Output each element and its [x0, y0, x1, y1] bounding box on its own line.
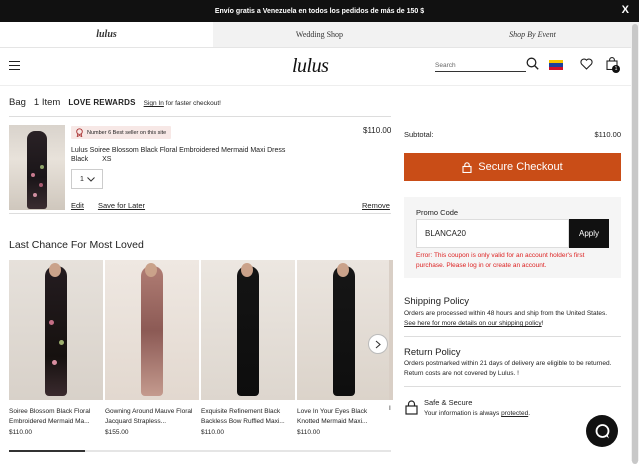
flag-stripe-red [549, 66, 563, 70]
signin-suffix: for faster checkout! [165, 100, 221, 107]
bag-count-badge: 1 [612, 65, 620, 73]
carousel-product-price: $155.00 [105, 429, 129, 436]
carousel-partial-product[interactable] [389, 260, 393, 400]
quantity-value: 1 [80, 175, 84, 183]
partial-product-prefix: I [389, 405, 391, 412]
shipping-policy-title: Shipping Policy [404, 296, 469, 307]
policy-divider [404, 336, 621, 337]
shipping-policy-link[interactable]: See here for more details on our shippin… [404, 320, 542, 327]
bag-item-actions: Edit Save for Later [71, 201, 145, 210]
carousel-product-image[interactable] [297, 260, 391, 400]
save-for-later-link[interactable]: Save for Later [98, 201, 145, 210]
carousel-product-name[interactable]: Exquisite Refinement Black Backless Bow … [201, 407, 295, 426]
bestseller-badge: Number 6 Best seller on this site [71, 126, 172, 139]
chat-icon [595, 423, 609, 438]
bag-summary-bar: Bag 1 Item LOVE REWARDS Sign In for fast… [9, 97, 221, 108]
signin-link[interactable]: Sign In [144, 100, 164, 107]
lock-icon [405, 400, 418, 415]
live-chat-button[interactable] [586, 415, 618, 447]
shipping-policy-text: Orders are processed within 48 hours and… [404, 309, 619, 329]
carousel-product-image[interactable] [9, 260, 103, 400]
promo-code-label: Promo Code [416, 208, 459, 217]
brand-tabs: lulus Wedding Shop Shop By Event [0, 22, 639, 48]
carousel-product-name[interactable]: Gowning Around Mauve Floral Jacquard Str… [105, 407, 199, 426]
tab-wedding-shop[interactable]: Wedding Shop [213, 22, 426, 47]
return-divider [404, 386, 621, 387]
carousel-title: Last Chance For Most Loved [9, 239, 144, 251]
carousel-product-name[interactable]: Soiree Blossom Black Floral Embroidered … [9, 407, 103, 426]
lock-icon [462, 161, 472, 173]
carousel-product[interactable]: Soiree Blossom Black Floral Embroidered … [9, 260, 103, 436]
secure-suffix: . [528, 410, 531, 417]
carousel-product-image[interactable] [201, 260, 295, 400]
heart-icon[interactable] [580, 58, 593, 70]
page-scrollbar[interactable] [631, 22, 639, 464]
signin-prompt: Sign In for faster checkout! [144, 100, 221, 107]
carousel-product-price: $110.00 [297, 429, 321, 436]
bag-item-color: Black [71, 156, 89, 163]
site-header: lulus Search 1 [0, 48, 639, 86]
love-rewards-logo: LOVE REWARDS [68, 98, 136, 107]
protected-link[interactable]: protected [501, 410, 528, 417]
tab-shop-by-event[interactable]: Shop By Event [426, 22, 639, 47]
quantity-select[interactable]: 1 [71, 169, 103, 189]
shipping-policy-body: Orders are processed within 48 hours and… [404, 310, 608, 317]
subtotal-label: Subtotal: [404, 130, 434, 139]
promo-banner-text: Envío gratis a Venezuela en todos los pe… [214, 7, 425, 15]
return-policy-title: Return Policy [404, 347, 461, 358]
bestseller-text: Number 6 Best seller on this site [87, 129, 167, 136]
apply-promo-button[interactable]: Apply [569, 219, 609, 248]
promo-code-input[interactable]: BLANCA20 [416, 219, 569, 248]
bag-item-variant: Black XS [71, 156, 111, 163]
subtotal-row: Subtotal: $110.00 [404, 130, 621, 139]
close-banner-button[interactable]: X [622, 4, 629, 16]
chevron-down-icon [87, 176, 95, 182]
award-icon [76, 128, 83, 137]
item-divider [9, 213, 391, 214]
promo-banner: Envío gratis a Venezuela en todos los pe… [0, 0, 639, 22]
bag-item-name[interactable]: Lulus Soiree Blossom Black Floral Embroi… [71, 147, 285, 154]
shipping-link-suffix: ! [541, 320, 544, 327]
tab-lulus[interactable]: lulus [0, 22, 213, 47]
chevron-right-icon [375, 340, 381, 348]
safe-secure-body: Your information is always [424, 410, 500, 417]
bag-item-image[interactable] [9, 125, 65, 210]
subtotal-value: $110.00 [594, 130, 621, 139]
country-flag-icon[interactable] [549, 60, 563, 70]
carousel-product-price: $110.00 [9, 429, 33, 436]
search-icon[interactable] [526, 57, 539, 70]
bag-item-price: $110.00 [363, 126, 392, 135]
promo-error-message: Error: This coupon is only valid for an … [416, 252, 585, 269]
page-scrollbar-thumb[interactable] [632, 24, 638, 464]
carousel-product[interactable]: Exquisite Refinement Black Backless Bow … [201, 260, 295, 436]
safe-secure-title: Safe & Secure [424, 398, 473, 407]
carousel-product-price: $110.00 [201, 429, 225, 436]
secure-checkout-button[interactable]: Secure Checkout [404, 153, 621, 181]
product-carousel: Soiree Blossom Black Floral Embroidered … [9, 260, 391, 436]
bag-item-size: XS [102, 156, 112, 163]
safe-secure-text: Your information is always protected. [424, 410, 530, 417]
return-policy-text: Orders postmarked within 21 days of deli… [404, 360, 612, 377]
edit-link[interactable]: Edit [71, 201, 84, 210]
carousel-scroll-thumb[interactable] [9, 450, 85, 452]
search-input[interactable]: Search [435, 59, 526, 72]
bag-item-count: 1 Item [33, 97, 61, 108]
bag-divider [9, 116, 391, 117]
carousel-product-name[interactable]: Love In Your Eyes Black Knotted Mermaid … [297, 407, 391, 426]
carousel-product-image[interactable] [105, 260, 199, 400]
site-logo[interactable]: lulus [292, 55, 329, 78]
carousel-product[interactable]: Gowning Around Mauve Floral Jacquard Str… [105, 260, 199, 436]
bag-title: Bag [9, 97, 26, 108]
carousel-next-button[interactable] [368, 334, 388, 354]
menu-icon[interactable] [9, 61, 20, 73]
remove-link[interactable]: Remove [362, 201, 390, 210]
checkout-label: Secure Checkout [478, 161, 563, 173]
